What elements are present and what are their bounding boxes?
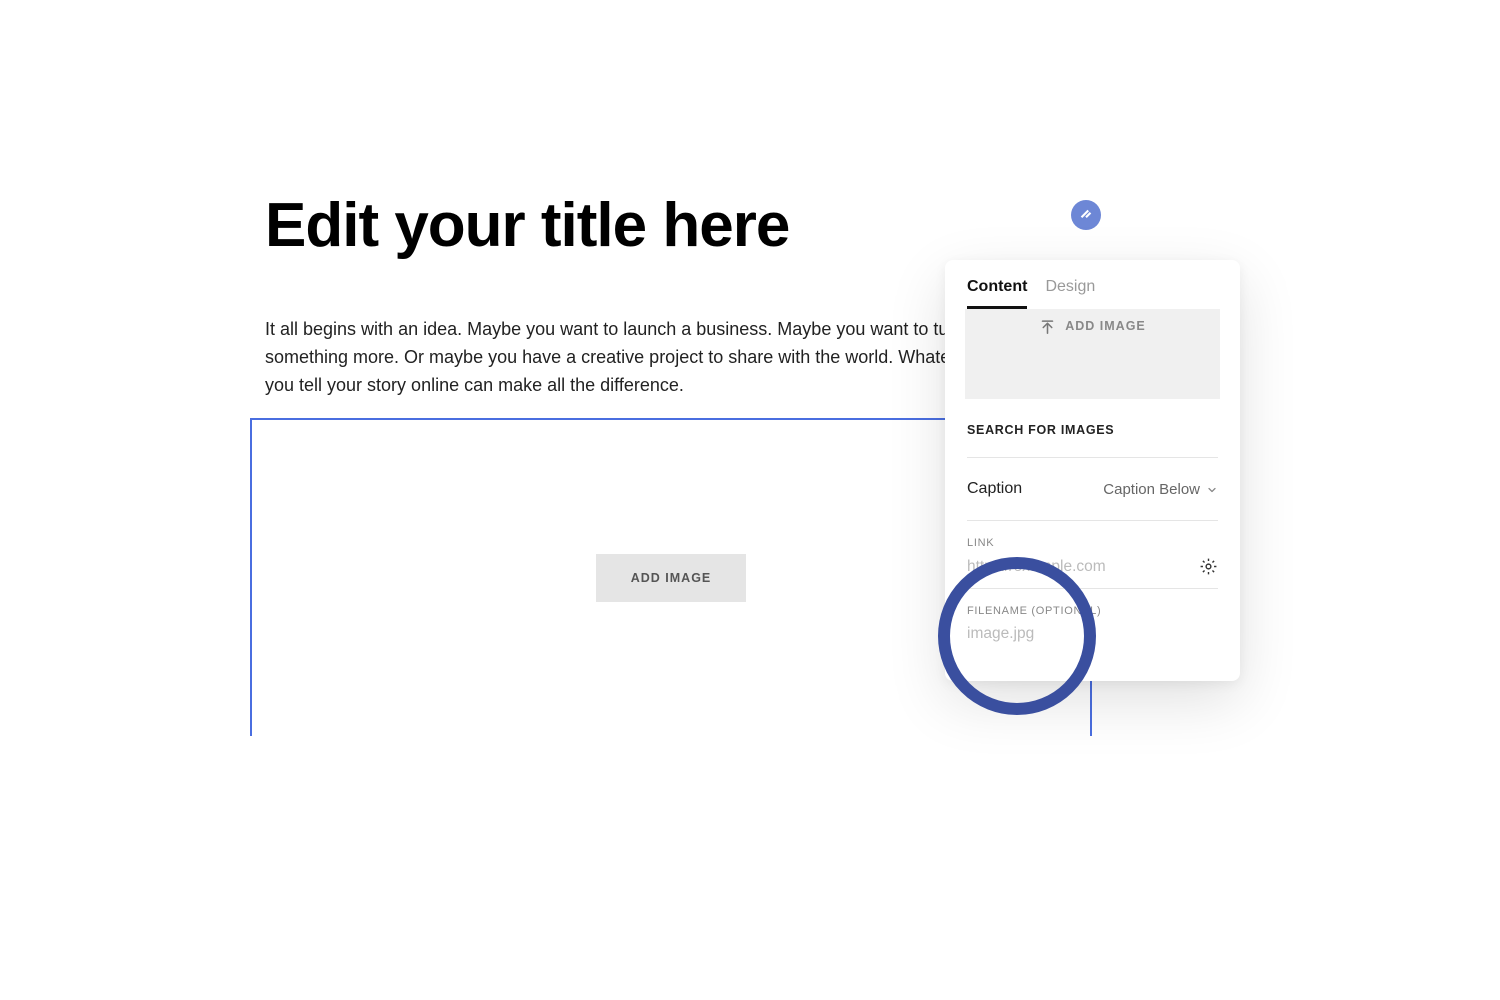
add-image-dropzone[interactable]: ADD IMAGE (965, 309, 1220, 399)
caption-select-value: Caption Below (1103, 481, 1200, 498)
upload-icon (1039, 319, 1056, 336)
filename-field-label: FILENAME (OPTIONAL) (967, 605, 1218, 617)
link-field-label: LINK (967, 537, 1218, 549)
search-for-images-button[interactable]: SEARCH FOR IMAGES (967, 399, 1218, 458)
page-title[interactable]: Edit your title here (265, 190, 1500, 261)
image-editor-panel: Content Design ADD IMAGE SEARCH FOR IMAG… (945, 260, 1240, 681)
tab-content[interactable]: Content (967, 278, 1027, 309)
panel-tabs: Content Design (945, 260, 1240, 309)
squarespace-logo-icon (1071, 200, 1101, 230)
filename-input[interactable] (967, 625, 1218, 643)
tab-design[interactable]: Design (1045, 278, 1095, 309)
add-image-label: ADD IMAGE (1065, 319, 1146, 333)
caption-field-label: Caption (967, 480, 1022, 498)
add-image-button[interactable]: ADD IMAGE (596, 554, 747, 602)
chevron-down-icon (1206, 483, 1218, 495)
caption-select[interactable]: Caption Below (1103, 481, 1218, 498)
link-input[interactable] (967, 558, 1199, 576)
gear-icon[interactable] (1199, 557, 1218, 576)
